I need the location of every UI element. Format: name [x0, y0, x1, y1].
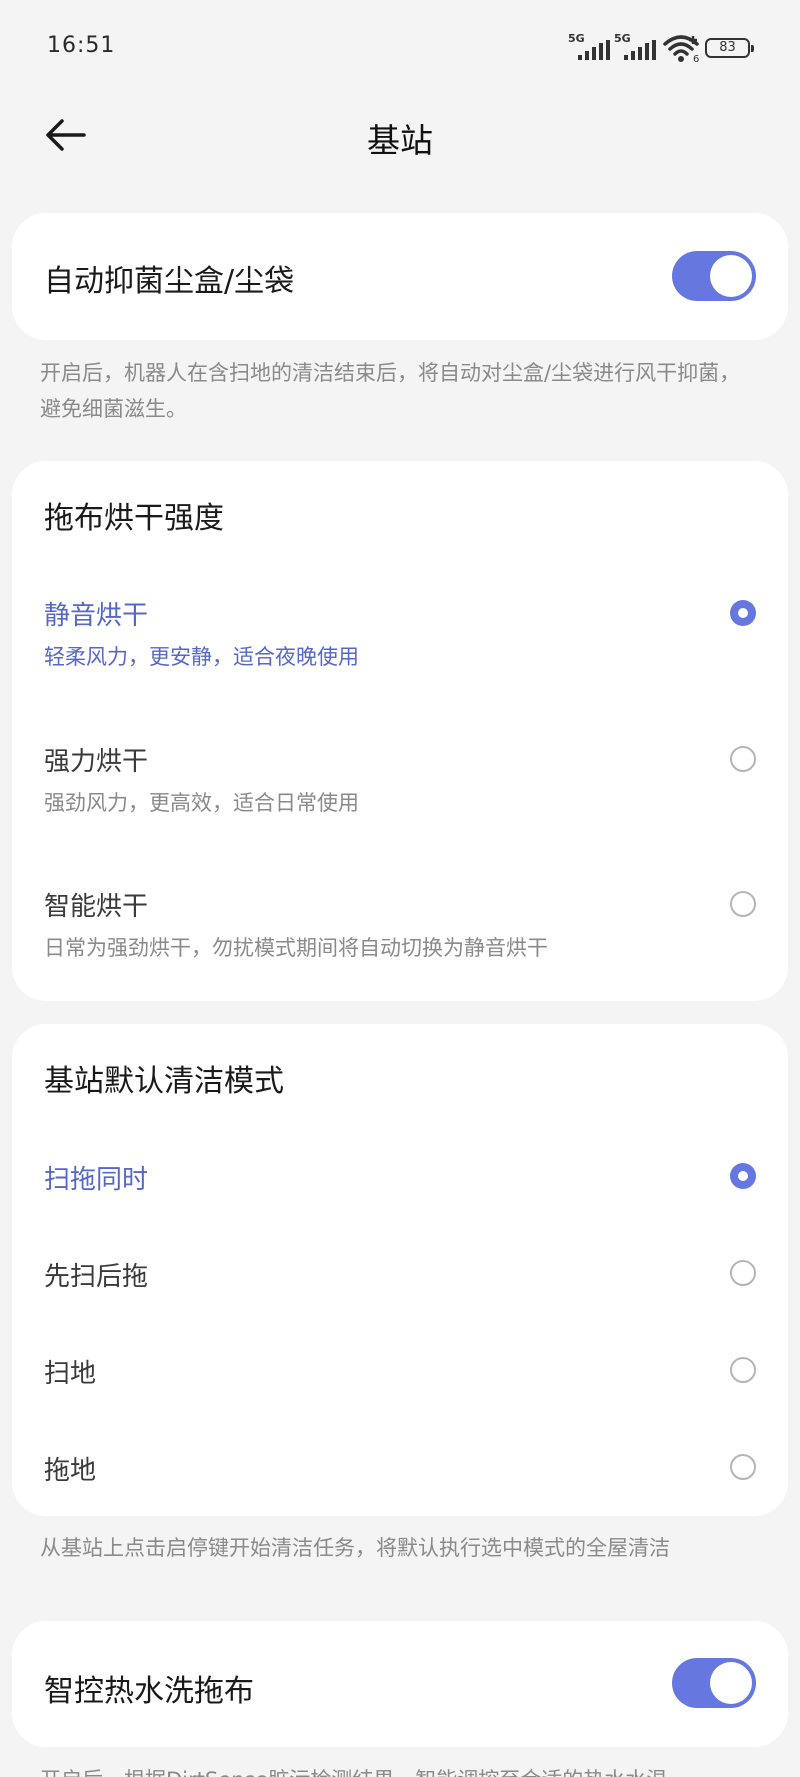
status-bar: 16:51 5G 5G 6 83	[0, 0, 800, 96]
mop-dry-option-strong[interactable]: 强力烘干 强劲风力，更高效，适合日常使用	[12, 741, 788, 861]
battery-level: 83	[719, 40, 736, 55]
auto-sterilize-note: 开启后，机器人在含扫地的清洁结束后，将自动对尘盒/尘袋进行风干抑菌，避免细菌滋生…	[40, 361, 741, 421]
radio-unselected-icon[interactable]	[730, 1260, 756, 1286]
option-name: 静音烘干	[44, 601, 149, 631]
auto-sterilize-card: 自动抑菌尘盒/尘袋	[12, 213, 788, 340]
page-title: 基站	[367, 121, 433, 160]
hot-water-note: 开启后，根据DirtSense脏污检测结果，智能调控至合适的热水水温	[40, 1762, 760, 1777]
clean-mode-option-sweep[interactable]: 扫地	[12, 1353, 788, 1433]
option-desc: 日常为强劲烘干，勿扰模式期间将自动切换为静音烘干	[44, 936, 548, 960]
radio-unselected-icon[interactable]	[730, 746, 756, 772]
option-name: 拖地	[44, 1456, 97, 1486]
option-desc: 轻柔风力，更安静，适合夜晚使用	[44, 645, 359, 669]
clock: 16:51	[47, 33, 116, 58]
clean-mode-note: 从基站上点击启停键开始清洁任务，将默认执行选中模式的全屋清洁	[40, 1536, 670, 1560]
clean-mode-option-mop[interactable]: 拖地	[12, 1450, 788, 1510]
clean-mode-option-sweep-mop[interactable]: 扫拖同时	[12, 1159, 788, 1239]
option-name: 强力烘干	[44, 747, 149, 777]
option-name: 扫拖同时	[44, 1165, 149, 1195]
radio-unselected-icon[interactable]	[730, 1454, 756, 1480]
clean-mode-title: 基站默认清洁模式	[44, 1064, 284, 1099]
radio-unselected-icon[interactable]	[730, 1357, 756, 1383]
auto-sterilize-label: 自动抑菌尘盒/尘袋	[44, 264, 295, 299]
radio-selected-icon[interactable]	[730, 600, 756, 626]
wifi-icon: 6	[663, 34, 699, 68]
hot-water-label: 智控热水洗拖布	[44, 1674, 254, 1709]
option-name: 扫地	[44, 1359, 97, 1389]
radio-selected-icon[interactable]	[730, 1163, 756, 1189]
mop-dry-option-smart[interactable]: 智能烘干 日常为强劲烘干，勿扰模式期间将自动切换为静音烘干	[12, 886, 788, 1006]
option-desc: 强劲风力，更高效，适合日常使用	[44, 791, 359, 815]
option-name: 先扫后拖	[44, 1262, 149, 1292]
hot-water-card: 智控热水洗拖布	[12, 1621, 788, 1747]
clean-mode-card: 基站默认清洁模式 扫拖同时 先扫后拖 扫地 拖地	[12, 1024, 788, 1516]
hot-water-toggle[interactable]	[672, 1658, 756, 1708]
battery-icon: 83	[705, 38, 754, 58]
mop-dry-option-silent[interactable]: 静音烘干 轻柔风力，更安静，适合夜晚使用	[12, 595, 788, 715]
clean-mode-option-sweep-then-mop[interactable]: 先扫后拖	[12, 1256, 788, 1336]
option-name: 智能烘干	[44, 892, 149, 922]
mop-dry-card: 拖布烘干强度 静音烘干 轻柔风力，更安静，适合夜晚使用 强力烘干 强劲风力，更高…	[12, 461, 788, 1001]
mop-dry-title: 拖布烘干强度	[44, 501, 224, 536]
wifi-badge: 6	[693, 54, 700, 65]
auto-sterilize-toggle[interactable]	[672, 251, 756, 301]
radio-unselected-icon[interactable]	[730, 891, 756, 917]
